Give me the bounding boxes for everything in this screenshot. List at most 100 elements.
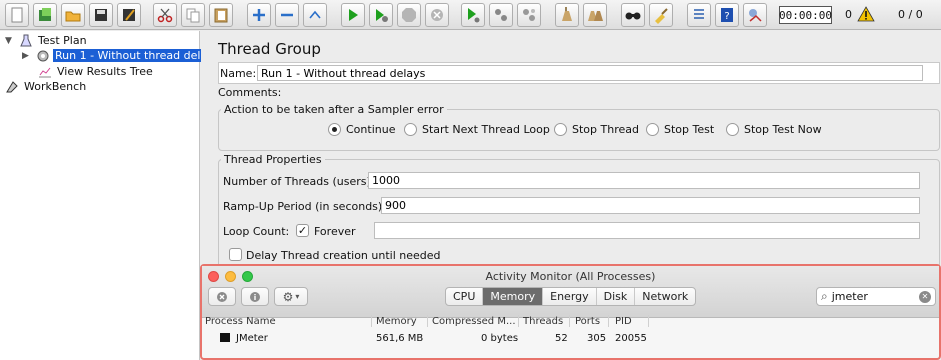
forever-label: Forever: [314, 225, 356, 238]
stop-icon[interactable]: [397, 3, 421, 27]
radio-continue[interactable]: Continue: [328, 123, 395, 136]
tree-item-thread-group[interactable]: ▶ Run 1 - Without thread delays: [22, 48, 222, 63]
column-pid[interactable]: PID: [615, 316, 632, 327]
error-count: 0: [845, 8, 852, 21]
loop-count-input[interactable]: [374, 222, 920, 239]
tab-energy[interactable]: Energy: [543, 288, 597, 305]
process-table-header: Process Name Memory Compressed M... Thre…: [202, 313, 939, 329]
action-menu-button[interactable]: ⚙ ▾: [274, 287, 308, 306]
radio-icon[interactable]: [646, 123, 659, 136]
radio-start-next-thread-loop[interactable]: Start Next Thread Loop: [404, 123, 550, 136]
check-icon: ✓: [297, 224, 308, 237]
start-icon[interactable]: [341, 3, 365, 27]
help-icon[interactable]: ?: [715, 3, 739, 27]
cell-memory: 561,6 MB: [376, 333, 424, 344]
templates-icon[interactable]: [33, 3, 57, 27]
radio-icon[interactable]: [726, 123, 739, 136]
name-row: Name:: [218, 62, 940, 84]
threads-label: Number of Threads (users):: [223, 175, 375, 188]
quit-process-button[interactable]: [208, 287, 236, 306]
cell-compressed: 0 bytes: [481, 333, 519, 344]
cell-pid: 20055: [615, 333, 647, 344]
log-viewer-icon[interactable]: [743, 3, 767, 27]
magnifier-icon: ⌕: [821, 289, 828, 303]
comments-label: Comments:: [218, 86, 282, 99]
clear-all-icon[interactable]: [583, 3, 607, 27]
expand-icon[interactable]: [247, 3, 271, 27]
start-no-pauses-icon[interactable]: [369, 3, 393, 27]
paste-icon[interactable]: [209, 3, 233, 27]
cell-threads: 52: [555, 333, 568, 344]
remote-stop-icon[interactable]: [489, 3, 513, 27]
rampup-label: Ramp-Up Period (in seconds):: [223, 200, 386, 213]
tree-item-view-results-tree[interactable]: View Results Tree: [24, 64, 155, 79]
tree-label: Test Plan: [38, 34, 87, 47]
radio-icon[interactable]: [404, 123, 417, 136]
cell-process-name: JMeter: [236, 333, 268, 344]
remote-start-icon[interactable]: [461, 3, 485, 27]
gear-icon: [36, 49, 50, 63]
tree-label: Run 1 - Without thread delays: [53, 49, 222, 62]
expand-arrow-icon[interactable]: ▶: [22, 51, 32, 61]
activity-monitor-title: Activity Monitor (All Processes): [485, 270, 656, 283]
reset-search-icon[interactable]: [649, 3, 673, 27]
forever-checkbox[interactable]: ✓: [296, 224, 309, 237]
radio-stop-thread[interactable]: Stop Thread: [554, 123, 639, 136]
app-window-icon: [220, 333, 230, 342]
main-toolbar: ? 00:00:00 0 0 / 0: [0, 0, 941, 30]
radio-stop-test-now[interactable]: Stop Test Now: [726, 123, 822, 136]
save-as-icon[interactable]: [117, 3, 141, 27]
column-process-name[interactable]: Process Name: [205, 316, 276, 327]
copy-icon[interactable]: [181, 3, 205, 27]
radio-icon[interactable]: [554, 123, 567, 136]
column-compressed-memory[interactable]: Compressed M...: [432, 316, 516, 327]
search-value: jmeter: [831, 290, 868, 303]
shutdown-icon[interactable]: [425, 3, 449, 27]
thread-count: 0 / 0: [898, 8, 923, 21]
elapsed-time: 00:00:00: [779, 6, 832, 24]
column-ports[interactable]: Ports: [575, 316, 600, 327]
rampup-input[interactable]: [381, 197, 920, 214]
category-tabs: CPU Memory Energy Disk Network: [445, 287, 697, 306]
tab-disk[interactable]: Disk: [597, 288, 636, 305]
delay-thread-label: Delay Thread creation until needed: [246, 249, 441, 262]
page-title: Thread Group: [218, 40, 321, 58]
radio-stop-test[interactable]: Stop Test: [646, 123, 714, 136]
tree-item-test-plan[interactable]: ▼ Test Plan: [5, 33, 89, 48]
svg-text:?: ?: [724, 11, 729, 22]
remote-shutdown-icon[interactable]: [517, 3, 541, 27]
flask-icon: [19, 34, 33, 48]
tab-cpu[interactable]: CPU: [446, 288, 484, 305]
toggle-icon[interactable]: [303, 3, 327, 27]
warning-icon[interactable]: [857, 6, 875, 25]
open-icon[interactable]: [61, 3, 85, 27]
collapse-arrow-icon[interactable]: ▼: [5, 36, 15, 46]
activity-monitor-window: Activity Monitor (All Processes) ⚙ ▾ CPU …: [200, 264, 941, 360]
gear-icon: ⚙: [282, 289, 294, 304]
cut-icon[interactable]: [153, 3, 177, 27]
workbench-icon: [5, 80, 19, 94]
clear-search-icon[interactable]: ✕: [919, 291, 931, 303]
process-search-input[interactable]: ⌕ jmeter ✕: [816, 287, 936, 306]
column-memory[interactable]: Memory: [376, 316, 417, 327]
function-helper-icon[interactable]: [687, 3, 711, 27]
search-icon[interactable]: [621, 3, 645, 27]
close-circle-icon: [217, 291, 227, 302]
clear-icon[interactable]: [555, 3, 579, 27]
tab-memory[interactable]: Memory: [483, 288, 544, 305]
test-plan-tree: ▼ Test Plan ▶ Run 1 - Without thread del…: [0, 31, 222, 360]
delay-thread-checkbox[interactable]: [229, 248, 242, 261]
name-label: Name:: [220, 67, 257, 80]
inspect-process-button[interactable]: [241, 287, 269, 306]
threads-input[interactable]: [368, 172, 920, 189]
collapse-icon[interactable]: [275, 3, 299, 27]
save-icon[interactable]: [89, 3, 113, 27]
column-threads[interactable]: Threads: [523, 316, 563, 327]
table-row[interactable]: JMeter 561,6 MB 0 bytes 52 305 20055: [202, 330, 939, 346]
radio-selected-icon[interactable]: [328, 123, 341, 136]
tree-item-workbench[interactable]: WorkBench: [5, 79, 88, 94]
name-input[interactable]: [257, 65, 923, 81]
tab-network[interactable]: Network: [635, 288, 695, 305]
new-icon[interactable]: [5, 3, 29, 27]
activity-monitor-titlebar: Activity Monitor (All Processes) ⚙ ▾ CPU …: [202, 266, 939, 318]
